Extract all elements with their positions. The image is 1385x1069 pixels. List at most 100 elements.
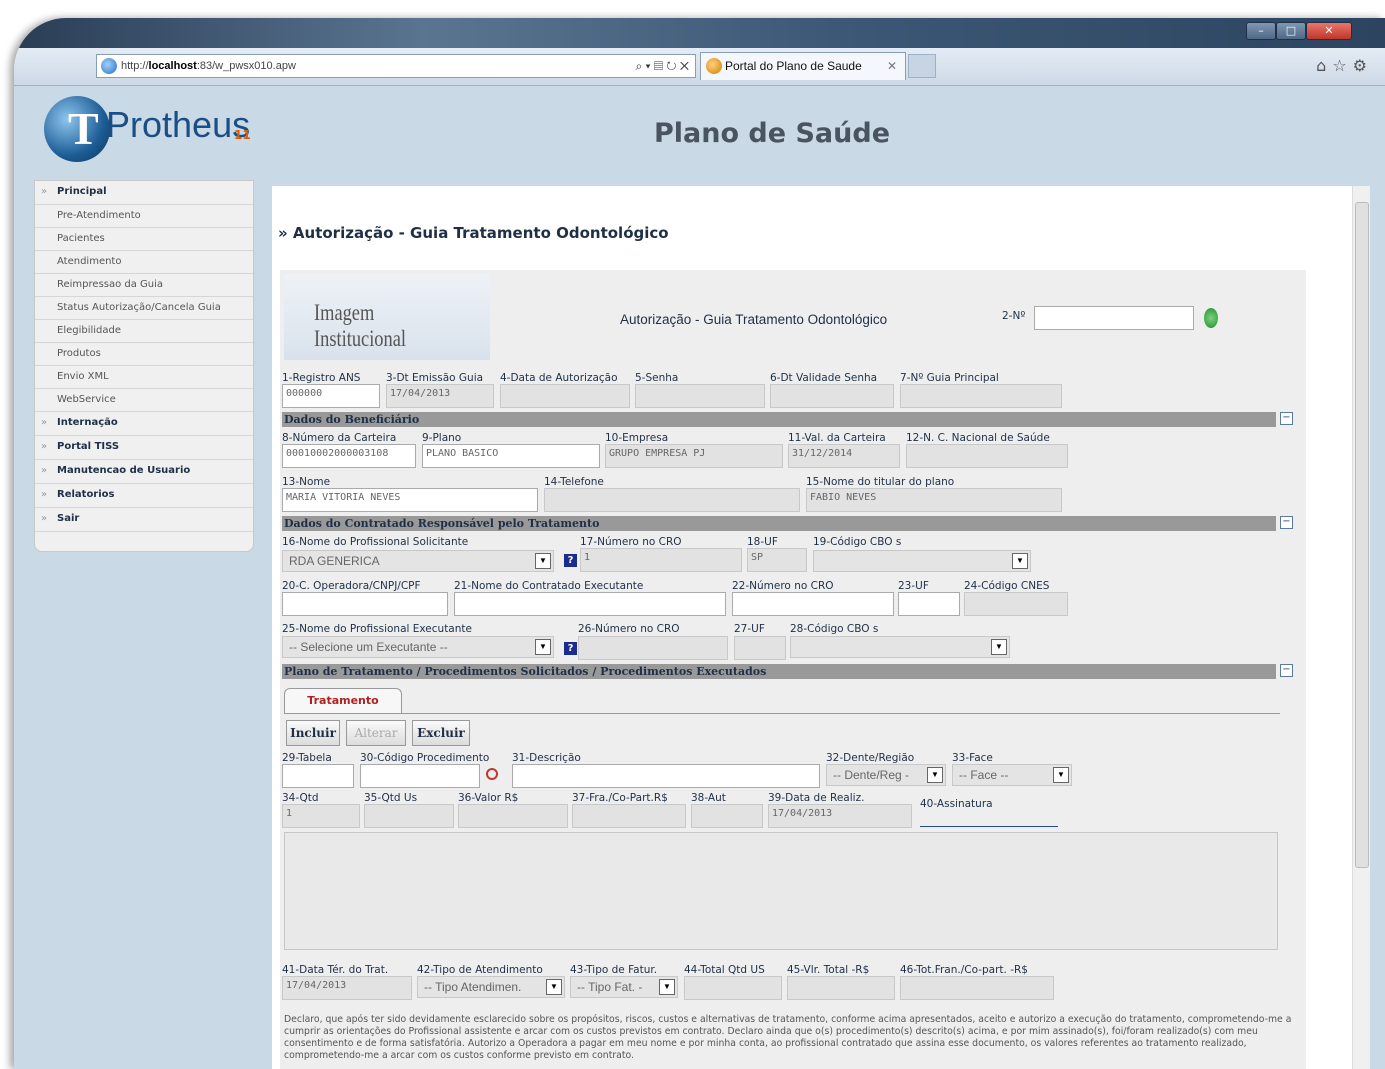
sidebar-item[interactable]: Reimpressao da Guia (35, 274, 253, 297)
field-label: 4-Data de Autorização (500, 372, 618, 384)
new-tab-button[interactable] (908, 54, 936, 78)
field-label: 28-Código CBO s (790, 623, 879, 635)
senha-field[interactable] (635, 384, 765, 408)
tabela-field[interactable] (282, 764, 354, 788)
collapse-icon[interactable]: − (1280, 412, 1293, 425)
contratado-exec-field[interactable] (454, 592, 726, 616)
val-carteira-field[interactable]: 31/12/2014 (788, 444, 900, 468)
nome-field[interactable]: MARIA VITORIA NEVES (282, 488, 538, 512)
sidebar-item[interactable]: Envio XML (35, 366, 253, 389)
minimize-button[interactable]: – (1246, 22, 1276, 40)
dt-validade-senha-field[interactable] (770, 384, 894, 408)
qtd-field[interactable]: 1 (282, 804, 360, 828)
incluir-button[interactable]: Incluir (286, 720, 340, 746)
uf-exec-field[interactable] (898, 592, 960, 616)
help-icon[interactable]: ? (564, 554, 577, 567)
vlr-total-field[interactable] (787, 976, 895, 1000)
help-icon[interactable]: ? (564, 642, 577, 655)
data-ter-field[interactable]: 17/04/2013 (282, 976, 412, 1000)
sidebar-section-principal[interactable]: Principal (35, 181, 253, 205)
refresh-number-icon[interactable] (1204, 308, 1218, 328)
dente-select[interactable]: -- Dente/Reg - ▼ (826, 764, 946, 786)
titular-field[interactable]: FABIO NEVES (806, 488, 1062, 512)
numero-carteira-field[interactable]: 00010002000003108 (282, 444, 416, 468)
cro-prof-exec-field[interactable] (578, 636, 728, 660)
cbo-sol-select[interactable]: ▼ (813, 550, 1031, 572)
descricao-field[interactable] (512, 764, 820, 788)
excluir-button[interactable]: Excluir (412, 720, 470, 746)
cro-sol-field[interactable]: 1 (580, 548, 742, 572)
aut-field[interactable] (691, 804, 763, 828)
sidebar-item[interactable]: Atendimento (35, 251, 253, 274)
search-icon[interactable] (486, 768, 498, 780)
uf-prof-exec-field[interactable] (734, 636, 786, 660)
prof-solicitante-select[interactable]: RDA GENERICA ▼ (282, 550, 554, 572)
tipo-fatur-select[interactable]: -- Tipo Fat. - ▼ (570, 976, 678, 998)
cod-proc-field[interactable] (360, 764, 480, 788)
data-autorizacao-field[interactable] (500, 384, 630, 408)
valor-field[interactable] (458, 804, 568, 828)
plano-field[interactable]: PLANO BASICO (422, 444, 600, 468)
field-label: 41-Data Tér. do Trat. (282, 964, 389, 976)
tab-tratamento[interactable]: Tratamento (284, 688, 402, 714)
cnes-field[interactable] (964, 592, 1068, 616)
tab-title: Portal do Plano de Saude (725, 59, 862, 73)
maximize-button[interactable]: □ (1276, 22, 1306, 40)
alterar-button[interactable]: Alterar (346, 720, 406, 746)
empresa-field[interactable]: GRUPO EMPRESA PJ (605, 444, 783, 468)
field-label: 34-Qtd (282, 792, 319, 804)
sidebar-section[interactable]: Internação (35, 412, 253, 436)
address-bar[interactable]: http://localhost:83/w_pwsx010.apw ⌕ ▾ ▤ … (96, 54, 696, 78)
uf-sol-field[interactable]: SP (747, 548, 807, 572)
field-label: 5-Senha (635, 372, 679, 384)
tab-close-icon[interactable]: ✕ (887, 53, 897, 79)
fra-copart-field[interactable] (572, 804, 686, 828)
field-label: 30-Código Procedimento (360, 752, 490, 764)
vertical-scrollbar[interactable] (1352, 186, 1370, 1069)
total-qtd-us-field[interactable] (684, 976, 782, 1000)
sidebar-item[interactable]: Pacientes (35, 228, 253, 251)
prof-executante-select[interactable]: -- Selecione um Executante -- ▼ (282, 636, 554, 658)
sidebar-section[interactable]: Relatorios (35, 484, 253, 508)
browser-tab[interactable]: Portal do Plano de Saude ✕ (700, 52, 906, 80)
operadora-field[interactable] (282, 592, 448, 616)
cns-field[interactable] (906, 444, 1068, 468)
collapse-icon[interactable]: − (1280, 664, 1293, 677)
home-favorites-settings-icons[interactable]: ⌂☆⚙ (1316, 56, 1373, 75)
guia-principal-field[interactable] (900, 384, 1062, 408)
tipo-atend-select[interactable]: -- Tipo Atendimen. ▼ (417, 976, 565, 998)
sidebar-item[interactable]: Produtos (35, 343, 253, 366)
sidebar-item[interactable]: Status Autorização/Cancela Guia (35, 297, 253, 320)
telefone-field[interactable] (544, 488, 800, 512)
face-select[interactable]: -- Face -- ▼ (952, 764, 1072, 786)
sidebar-item[interactable]: WebService (35, 389, 253, 412)
sidebar-item[interactable]: Pre-Atendimento (35, 205, 253, 228)
dt-emissao-field[interactable]: 17/04/2013 (386, 384, 494, 408)
guide-number-input[interactable] (1034, 306, 1194, 330)
cro-exec-field[interactable] (732, 592, 894, 616)
url-host: localhost (148, 60, 197, 72)
registro-ans-field[interactable]: 000000 (282, 384, 380, 408)
sidebar-section[interactable]: Manutencao de Usuario (35, 460, 253, 484)
field-label: 9-Plano (422, 432, 462, 444)
sidebar-section[interactable]: Sair (35, 508, 253, 532)
close-button[interactable]: ✕ (1306, 22, 1352, 40)
sidebar-item[interactable]: Elegibilidade (35, 320, 253, 343)
tot-fran-field[interactable] (900, 976, 1054, 1000)
qtd-us-field[interactable] (364, 804, 454, 828)
guide-form: Imagem Institucional Autorização - Guia … (280, 270, 1306, 1069)
tab-divider (284, 713, 1280, 714)
field-label: 39-Data de Realiz. (768, 792, 865, 804)
cbo-exec-select[interactable]: ▼ (790, 636, 1010, 658)
collapse-icon[interactable]: − (1280, 516, 1293, 529)
address-tools-icon[interactable]: ⌕ ▾ ▤ ↻ ✕ (636, 55, 690, 77)
data-realiz-field[interactable]: 17/04/2013 (768, 804, 912, 828)
chevron-down-icon: ▼ (927, 767, 943, 783)
sidebar-section[interactable]: Portal TISS (35, 436, 253, 460)
main-content: » Autorização - Guia Tratamento Odontoló… (272, 186, 1352, 1069)
procedures-list-area[interactable] (284, 832, 1278, 950)
page-heading: » Autorização - Guia Tratamento Odontoló… (278, 224, 669, 242)
scrollbar-thumb[interactable] (1355, 202, 1369, 868)
logo-version: 11 (234, 128, 251, 142)
field-label: 12-N. C. Nacional de Saúde (906, 432, 1050, 444)
